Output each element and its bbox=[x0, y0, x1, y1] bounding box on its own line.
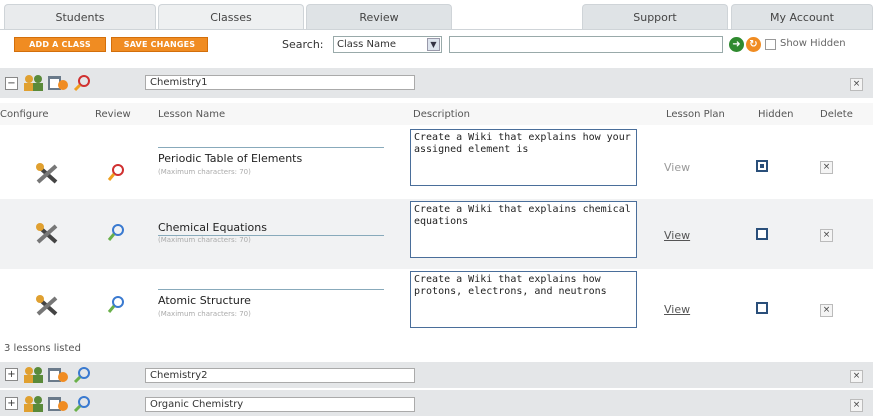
calendar-icon[interactable] bbox=[47, 394, 69, 414]
group-header bbox=[0, 68, 873, 98]
show-hidden-label: Show Hidden bbox=[780, 38, 846, 49]
group-name-input[interactable]: Organic Chemistry bbox=[145, 397, 415, 412]
show-hidden-checkbox[interactable] bbox=[765, 39, 776, 50]
table-row: Atomic Structure (Maximum characters: 70… bbox=[0, 269, 873, 339]
add-class-button[interactable]: ADD A CLASS bbox=[14, 37, 106, 52]
refresh-icon[interactable]: ↻ bbox=[746, 37, 761, 52]
go-icon[interactable]: ➜ bbox=[729, 37, 744, 52]
save-changes-button[interactable]: SAVE CHANGES bbox=[111, 37, 208, 52]
collapse-icon[interactable]: − bbox=[5, 77, 18, 90]
table-row: Periodic Table of Elements (Maximum char… bbox=[0, 125, 873, 199]
tab-support[interactable]: Support bbox=[582, 4, 728, 30]
hidden-checkbox[interactable] bbox=[756, 302, 768, 314]
tab-classes[interactable]: Classes bbox=[158, 4, 304, 30]
lesson-name: Periodic Table of Elements bbox=[158, 152, 303, 165]
column-configure: Configure bbox=[0, 109, 49, 120]
group-header bbox=[0, 362, 873, 388]
review-icon[interactable] bbox=[104, 294, 130, 316]
configure-icon[interactable] bbox=[33, 294, 61, 316]
configure-icon[interactable] bbox=[33, 222, 61, 244]
tab-review[interactable]: Review bbox=[306, 4, 452, 30]
lesson-name-hint: (Maximum characters: 70) bbox=[158, 310, 251, 318]
people-icon[interactable] bbox=[23, 73, 45, 93]
delete-icon[interactable]: × bbox=[820, 229, 833, 242]
expand-icon[interactable]: + bbox=[5, 368, 18, 381]
configure-icon[interactable] bbox=[33, 162, 61, 184]
people-icon[interactable] bbox=[23, 394, 45, 414]
calendar-icon[interactable] bbox=[47, 73, 69, 93]
review-icon[interactable] bbox=[72, 73, 94, 93]
checked-mark bbox=[760, 164, 764, 168]
group-name-input[interactable]: Chemistry1 bbox=[145, 75, 415, 90]
delete-icon[interactable]: × bbox=[850, 78, 863, 91]
column-review: Review bbox=[95, 109, 131, 120]
column-delete: Delete bbox=[820, 109, 853, 120]
lesson-name: Chemical Equations bbox=[158, 221, 267, 234]
description-textarea[interactable]: Create a Wiki that explains how protons,… bbox=[410, 271, 637, 328]
view-lesson-plan-link[interactable]: View bbox=[664, 229, 690, 242]
column-hidden: Hidden bbox=[758, 109, 794, 120]
review-icon[interactable] bbox=[72, 394, 94, 414]
column-description: Description bbox=[413, 109, 470, 120]
column-lesson-name: Lesson Name bbox=[158, 109, 226, 120]
chevron-down-icon[interactable]: ▼ bbox=[427, 38, 440, 51]
group-header bbox=[0, 390, 873, 416]
column-lesson-plan: Lesson Plan bbox=[666, 109, 725, 120]
search-label: Search: bbox=[282, 38, 324, 51]
delete-icon[interactable]: × bbox=[820, 161, 833, 174]
hidden-checkbox[interactable] bbox=[756, 160, 768, 172]
delete-icon[interactable]: × bbox=[850, 399, 863, 412]
lesson-name: Atomic Structure bbox=[158, 294, 251, 307]
expand-icon[interactable]: + bbox=[5, 397, 18, 410]
delete-icon[interactable]: × bbox=[850, 370, 863, 383]
view-lesson-plan-link[interactable]: View bbox=[664, 303, 690, 316]
tab-students[interactable]: Students bbox=[4, 4, 156, 30]
people-icon[interactable] bbox=[23, 365, 45, 385]
search-field-value: Class Name bbox=[337, 39, 396, 50]
lesson-name-hint: (Maximum characters: 70) bbox=[158, 168, 251, 176]
search-input[interactable] bbox=[449, 36, 723, 53]
lessons-count: 3 lessons listed bbox=[4, 343, 81, 354]
review-icon[interactable] bbox=[72, 365, 94, 385]
description-textarea[interactable]: Create a Wiki that explains chemical equ… bbox=[410, 201, 637, 258]
delete-icon[interactable]: × bbox=[820, 304, 833, 317]
review-icon[interactable] bbox=[104, 222, 130, 244]
lesson-name-hint: (Maximum characters: 70) bbox=[158, 236, 251, 244]
view-lesson-plan-link[interactable]: View bbox=[664, 161, 690, 174]
group-name-input[interactable]: Chemistry2 bbox=[145, 368, 415, 383]
description-textarea[interactable]: Create a Wiki that explains how your ass… bbox=[410, 129, 637, 186]
top-nav: Students Classes Review Support My Accou… bbox=[0, 0, 873, 30]
search-field-select[interactable]: Class Name ▼ bbox=[333, 36, 442, 53]
hidden-checkbox[interactable] bbox=[756, 228, 768, 240]
tab-my-account[interactable]: My Account bbox=[731, 4, 873, 30]
calendar-icon[interactable] bbox=[47, 365, 69, 385]
table-row: Chemical Equations (Maximum characters: … bbox=[0, 199, 873, 269]
review-icon[interactable] bbox=[104, 162, 130, 184]
